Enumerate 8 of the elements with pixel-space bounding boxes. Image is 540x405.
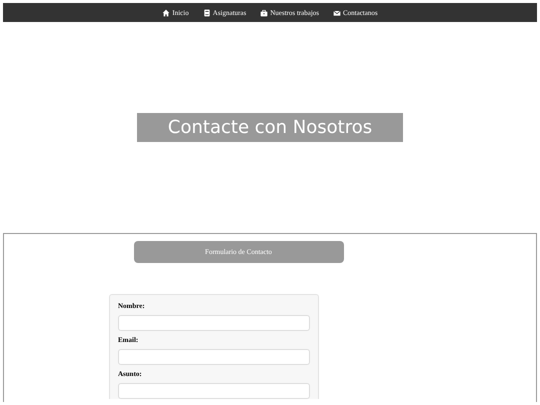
book-icon: [202, 8, 211, 16]
envelope-icon: [332, 8, 341, 16]
input-field[interactable]: [118, 315, 310, 331]
briefcase-icon: [260, 8, 268, 16]
hero-banner: Contacte con Nosotros: [137, 113, 403, 142]
home-icon: [162, 8, 170, 16]
input-field[interactable]: [118, 383, 310, 399]
input-field[interactable]: [118, 349, 310, 365]
